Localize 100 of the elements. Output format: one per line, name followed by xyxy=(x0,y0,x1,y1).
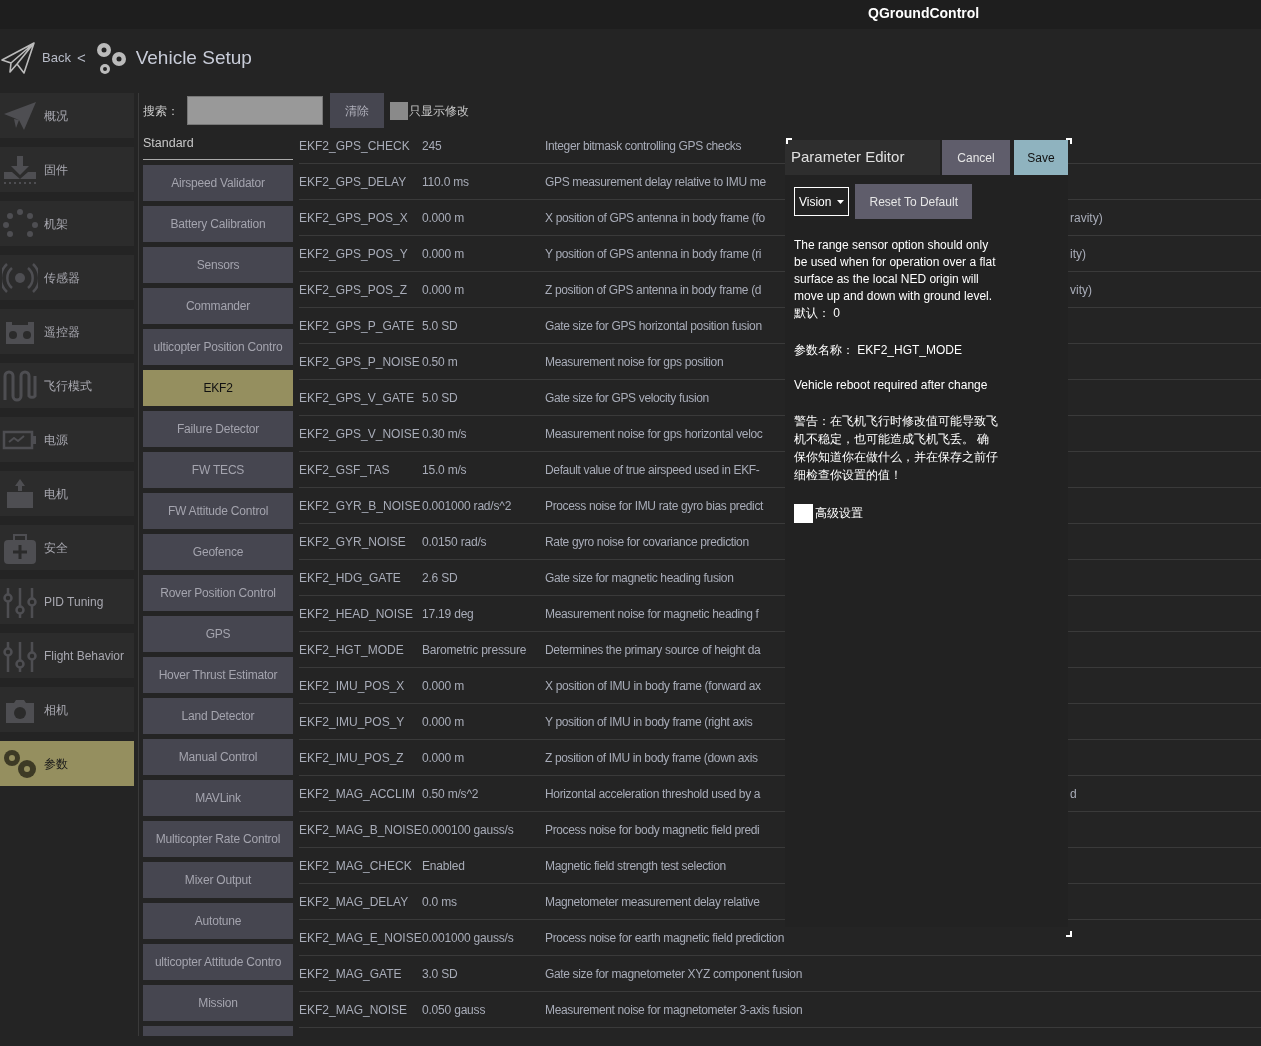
sidebar-item[interactable]: 电机 xyxy=(0,471,134,516)
resize-handle[interactable] xyxy=(1066,138,1072,144)
parameter-name: EKF2_GPS_P_GATE xyxy=(299,317,416,335)
group-button[interactable]: Airspeed Validator xyxy=(143,165,293,201)
signal-icon xyxy=(2,261,38,294)
group-button[interactable]: MAVLink xyxy=(143,780,293,816)
parameter-value: 0.000 m xyxy=(422,749,465,767)
dots-icon xyxy=(2,207,38,240)
sidebar-item[interactable]: 传感器 xyxy=(0,255,134,300)
window-title: QGroundControl xyxy=(868,4,980,23)
sidebar-item[interactable]: 遥控器 xyxy=(0,309,134,354)
group-button[interactable]: Sensors xyxy=(143,247,293,283)
group-button[interactable]: ulticopter Position Contro xyxy=(143,329,293,365)
clear-button[interactable]: 清除 xyxy=(330,93,384,128)
sidebar-item[interactable]: 参数 xyxy=(0,741,134,786)
group-button[interactable]: FW Attitude Control xyxy=(143,493,293,529)
group-button[interactable]: ulticopter Attitude Contro xyxy=(143,944,293,980)
parameter-description: Integer bitmask controlling GPS checks xyxy=(545,137,742,155)
parameter-description: Z position of IMU in body frame (down axis xyxy=(545,749,758,767)
group-button[interactable]: Multicopter Rate Control xyxy=(143,821,293,857)
parameter-description: Default value of true airspeed used in EKF- xyxy=(545,461,760,479)
parameter-value: 0.0 ms xyxy=(422,893,458,911)
download-icon xyxy=(2,153,38,186)
wave-icon xyxy=(2,369,38,402)
save-button[interactable]: Save xyxy=(1014,140,1068,175)
parameter-name: EKF2_GPS_P_NOISE xyxy=(299,353,421,371)
parameter-value: Enabled xyxy=(422,857,466,875)
parameter-value: 0.001000 rad/s^2 xyxy=(422,497,513,515)
parameter-name: EKF2_GPS_POS_Z xyxy=(299,281,409,299)
parameter-description: Gate size for GPS horizontal position fusion xyxy=(545,317,762,335)
parameter-name: EKF2_MAG_CHECK xyxy=(299,857,413,875)
parameter-name: EKF2_GPS_V_NOISE xyxy=(299,425,421,443)
parameter-value: 0.0150 rad/s xyxy=(422,533,488,551)
sliders-icon xyxy=(2,585,38,618)
group-button[interactable]: Commander xyxy=(143,288,293,324)
parameter-name: EKF2_MAG_ACCLIM xyxy=(299,785,417,803)
parameter-name: EKF2_HDG_GATE xyxy=(299,569,402,587)
group-button[interactable]: GPS xyxy=(143,616,293,652)
parameter-name: EKF2_HEAD_NOISE xyxy=(299,605,415,623)
reset-button[interactable]: Reset To Default xyxy=(855,184,972,219)
group-button[interactable]: FW TECS xyxy=(143,452,293,488)
parameter-name-text: 参数名称： EKF2_HGT_MODE xyxy=(794,342,964,359)
default-value-text: 默认： 0 xyxy=(794,305,841,322)
parameter-value: 0.000100 gauss/s xyxy=(422,821,515,839)
group-button[interactable]: Geofence xyxy=(143,534,293,570)
parameter-value: 110.0 ms xyxy=(422,173,470,191)
value-dropdown[interactable]: Vision xyxy=(794,187,850,216)
parameter-name: EKF2_MAG_DELAY xyxy=(299,893,410,911)
group-header: Standard xyxy=(143,135,194,153)
parameter-value: 0.50 m xyxy=(422,353,459,371)
sidebar-item[interactable]: Flight Behavior xyxy=(0,633,134,678)
sidebar-item[interactable]: 机架 xyxy=(0,201,134,246)
sliders-icon xyxy=(2,639,38,672)
parameter-value: 0.000 m xyxy=(422,713,465,731)
group-button[interactable]: Mission xyxy=(143,985,293,1021)
parameter-description: Measurement noise for gps horizontal veloc xyxy=(545,425,763,443)
parameter-description: Magnetometer measurement delay relative xyxy=(545,893,760,911)
caret-icon xyxy=(837,199,845,204)
parameter-value: 3.0 SD xyxy=(422,965,459,983)
group-button[interactable]: Rover Position Control xyxy=(143,575,293,611)
checkbox[interactable] xyxy=(794,504,813,523)
cancel-button[interactable]: Cancel xyxy=(942,140,1010,175)
group-button[interactable]: Manual Control xyxy=(143,739,293,775)
group-button[interactable]: Land Detector xyxy=(143,698,293,734)
group-button[interactable]: Hover Thrust Estimator xyxy=(143,657,293,693)
sidebar-item[interactable]: 概况 xyxy=(0,93,134,138)
parameter-name: EKF2_MAG_E_NOISE xyxy=(299,929,422,947)
group-button[interactable]: Battery Calibration xyxy=(143,206,293,242)
parameter-value: Barometric pressure xyxy=(422,641,528,659)
parameter-description: X position of GPS antenna in body frame (fo xyxy=(545,209,766,227)
sidebar-item[interactable]: 飞行模式 xyxy=(0,363,134,408)
group-button[interactable]: Autotune xyxy=(143,903,293,939)
resize-handle[interactable] xyxy=(1066,931,1072,937)
sidebar-item[interactable]: 固件 xyxy=(0,147,134,192)
parameter-value: 0.050 gauss xyxy=(422,1001,487,1019)
resize-handle[interactable] xyxy=(786,138,792,144)
sidebar-item[interactable]: 电源 xyxy=(0,417,134,462)
parameter-name: EKF2_HGT_MODE xyxy=(299,641,405,659)
back-button[interactable]: Back xyxy=(42,48,71,68)
search-field[interactable] xyxy=(187,96,323,125)
parameter-name: EKF2_IMU_POS_Y xyxy=(299,713,406,731)
group-button[interactable]: EKF2 xyxy=(143,370,293,406)
parameter-name: EKF2_MAG_GATE xyxy=(299,965,403,983)
sidebar-item[interactable]: PID Tuning xyxy=(0,579,134,624)
parameter-description: Process noise for earth magnetic field prediction xyxy=(545,929,784,947)
warning-text: 警告：在飞机飞行时修改值可能导致飞机不稳定，也可能造成飞机飞丢。 确保你知道你在做什么，并在保存之前仔细检查你设置的值！ xyxy=(794,413,999,484)
parameter-name: EKF2_GPS_POS_X xyxy=(299,209,409,227)
parameter-name: EKF2_GSF_TAS xyxy=(299,461,391,479)
sidebar-item[interactable]: 相机 xyxy=(0,687,134,732)
parameter-value: 15.0 m/s xyxy=(422,461,468,479)
parameter-description: Y position of GPS antenna in body frame (ri xyxy=(545,245,763,263)
checkbox[interactable] xyxy=(390,101,408,120)
parameter-value: 0.50 m/s^2 xyxy=(422,785,480,803)
sidebar-item[interactable]: 安全 xyxy=(0,525,134,570)
parameter-description: GPS measurement delay relative to IMU me xyxy=(545,173,766,191)
paper-plane-icon[interactable] xyxy=(0,40,36,76)
parameter-value: 17.19 deg xyxy=(422,605,475,623)
group-button[interactable]: Mixer Output xyxy=(143,862,293,898)
parameter-description: Measurement noise for magnetic heading f xyxy=(545,605,759,623)
group-button[interactable]: Failure Detector xyxy=(143,411,293,447)
